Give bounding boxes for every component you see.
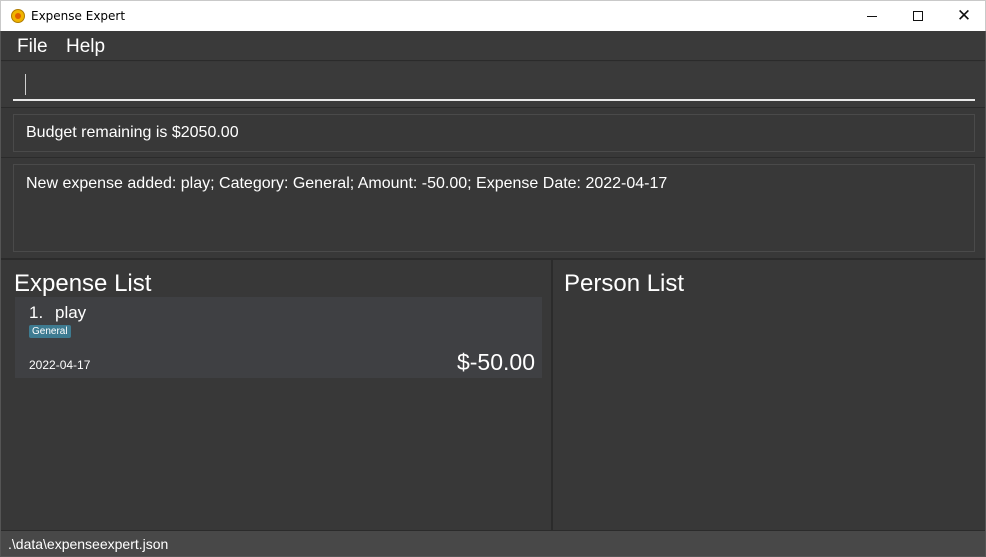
result-display: New expense added: play; Category: Gener… — [13, 164, 975, 252]
menu-bar: File Help — [1, 31, 985, 61]
command-box — [1, 62, 985, 108]
menu-file[interactable]: File — [17, 36, 48, 58]
budget-display: Budget remaining is $2050.00 — [13, 114, 975, 152]
expense-card[interactable]: 1. play General 2022-04-17 $-50.00 — [15, 297, 542, 378]
maximize-icon — [913, 11, 923, 21]
expense-index: 1. — [29, 303, 44, 322]
expense-list-title: Expense List — [14, 270, 152, 297]
app-window: File Help Budget remaining is $2050.00 N… — [0, 31, 986, 557]
maximize-button[interactable] — [895, 1, 941, 31]
text-caret — [25, 74, 26, 95]
menu-help[interactable]: Help — [66, 36, 105, 58]
category-tag: General — [29, 325, 71, 338]
expense-date: 2022-04-17 — [29, 358, 91, 372]
person-list-title: Person List — [564, 270, 685, 297]
command-input[interactable] — [13, 70, 975, 101]
close-button[interactable]: ✕ — [941, 1, 986, 31]
window-title-bar: Expense Expert ✕ — [0, 0, 986, 31]
minimize-icon — [867, 15, 877, 17]
window-title: Expense Expert — [31, 9, 126, 23]
expense-name: play — [55, 303, 87, 322]
app-coin-icon — [11, 9, 25, 23]
expense-amount: $-50.00 — [456, 349, 535, 375]
budget-text: Budget remaining is $2050.00 — [26, 124, 239, 141]
divider — [1, 157, 985, 158]
expense-list-panel: Expense List 1. play General 2022-04-17 … — [3, 260, 551, 530]
status-bar: .\data\expenseexpert.json — [1, 530, 985, 556]
close-icon: ✕ — [956, 5, 972, 26]
file-path: .\data\expenseexpert.json — [8, 536, 169, 552]
result-text: New expense added: play; Category: Gener… — [26, 175, 668, 192]
person-list-panel: Person List — [553, 260, 985, 530]
minimize-button[interactable] — [849, 1, 895, 31]
